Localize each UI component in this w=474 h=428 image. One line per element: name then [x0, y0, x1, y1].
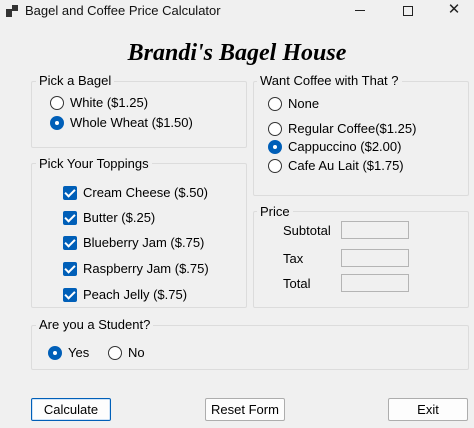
topping-label: Raspberry Jam ($.75)	[83, 261, 209, 276]
close-icon: ✕	[447, 1, 461, 18]
total-output	[341, 274, 409, 292]
student-option-no[interactable]: No	[108, 345, 145, 360]
app-icon	[6, 5, 18, 17]
minimize-button[interactable]	[340, 0, 380, 22]
student-option-yes[interactable]: Yes	[48, 345, 89, 360]
title-bar: Bagel and Coffee Price Calculator ✕	[0, 0, 474, 22]
toppings-group-title: Pick Your Toppings	[36, 156, 152, 171]
radio-indicator[interactable]	[50, 115, 64, 130]
coffee-option-none[interactable]: None	[268, 96, 319, 111]
tax-output	[341, 249, 409, 267]
student-group-title: Are you a Student?	[36, 317, 154, 332]
coffee-option-label: Cappuccino ($2.00)	[288, 139, 402, 154]
bagel-option-label: Whole Wheat ($1.50)	[70, 115, 193, 130]
reset-form-button[interactable]: Reset Form	[205, 398, 285, 421]
topping-label: Blueberry Jam ($.75)	[83, 235, 205, 250]
coffee-option-label: None	[288, 96, 320, 111]
bagel-option-white[interactable]: White ($1.25)	[50, 95, 148, 110]
subtotal-output	[341, 221, 409, 239]
checkbox[interactable]	[63, 235, 77, 250]
radio-indicator[interactable]	[268, 139, 282, 154]
close-button[interactable]: ✕	[434, 0, 474, 22]
topping-label: Cream Cheese ($.50)	[83, 185, 208, 200]
price-group-title: Price	[257, 204, 293, 219]
minimize-icon	[355, 10, 365, 12]
student-option-label: Yes	[68, 345, 90, 360]
page-title: Brandi's Bagel House	[127, 40, 347, 66]
coffee-option-regular[interactable]: Regular Coffee($1.25)	[268, 121, 416, 136]
checkbox[interactable]	[63, 185, 77, 200]
topping-raspberry-jam[interactable]: Raspberry Jam ($.75)	[63, 261, 209, 276]
topping-blueberry-jam[interactable]: Blueberry Jam ($.75)	[63, 235, 204, 250]
topping-peach-jelly[interactable]: Peach Jelly ($.75)	[63, 287, 187, 302]
coffee-option-label: Regular Coffee($1.25)	[288, 121, 417, 136]
radio-indicator[interactable]	[48, 345, 62, 360]
calculate-button[interactable]: Calculate	[31, 398, 111, 421]
topping-cream-cheese[interactable]: Cream Cheese ($.50)	[63, 185, 208, 200]
topping-label: Peach Jelly ($.75)	[83, 287, 188, 302]
coffee-option-label: Cafe Au Lait ($1.75)	[288, 158, 404, 173]
subtotal-label: Subtotal	[283, 223, 331, 238]
radio-indicator[interactable]	[268, 158, 282, 173]
topping-label: Butter ($.25)	[83, 210, 156, 225]
radio-indicator[interactable]	[268, 96, 282, 111]
window-title: Bagel and Coffee Price Calculator	[25, 3, 221, 18]
student-option-label: No	[128, 345, 145, 360]
coffee-option-cappuccino[interactable]: Cappuccino ($2.00)	[268, 139, 401, 154]
exit-button[interactable]: Exit	[388, 398, 468, 421]
tax-label: Tax	[283, 251, 304, 266]
bagel-option-whole-wheat[interactable]: Whole Wheat ($1.50)	[50, 115, 193, 130]
topping-butter[interactable]: Butter ($.25)	[63, 210, 155, 225]
radio-indicator[interactable]	[50, 95, 64, 110]
checkbox[interactable]	[63, 287, 77, 302]
radio-indicator[interactable]	[108, 345, 122, 360]
coffee-group-title: Want Coffee with That ?	[257, 73, 402, 88]
total-label: Total	[283, 276, 311, 291]
bagel-group-title: Pick a Bagel	[36, 73, 115, 88]
bagel-option-label: White ($1.25)	[70, 95, 149, 110]
radio-indicator[interactable]	[268, 121, 282, 136]
coffee-option-cafe-au-lait[interactable]: Cafe Au Lait ($1.75)	[268, 158, 404, 173]
checkbox[interactable]	[63, 261, 77, 276]
maximize-icon	[403, 5, 413, 16]
maximize-button[interactable]	[388, 0, 428, 22]
checkbox[interactable]	[63, 210, 77, 225]
